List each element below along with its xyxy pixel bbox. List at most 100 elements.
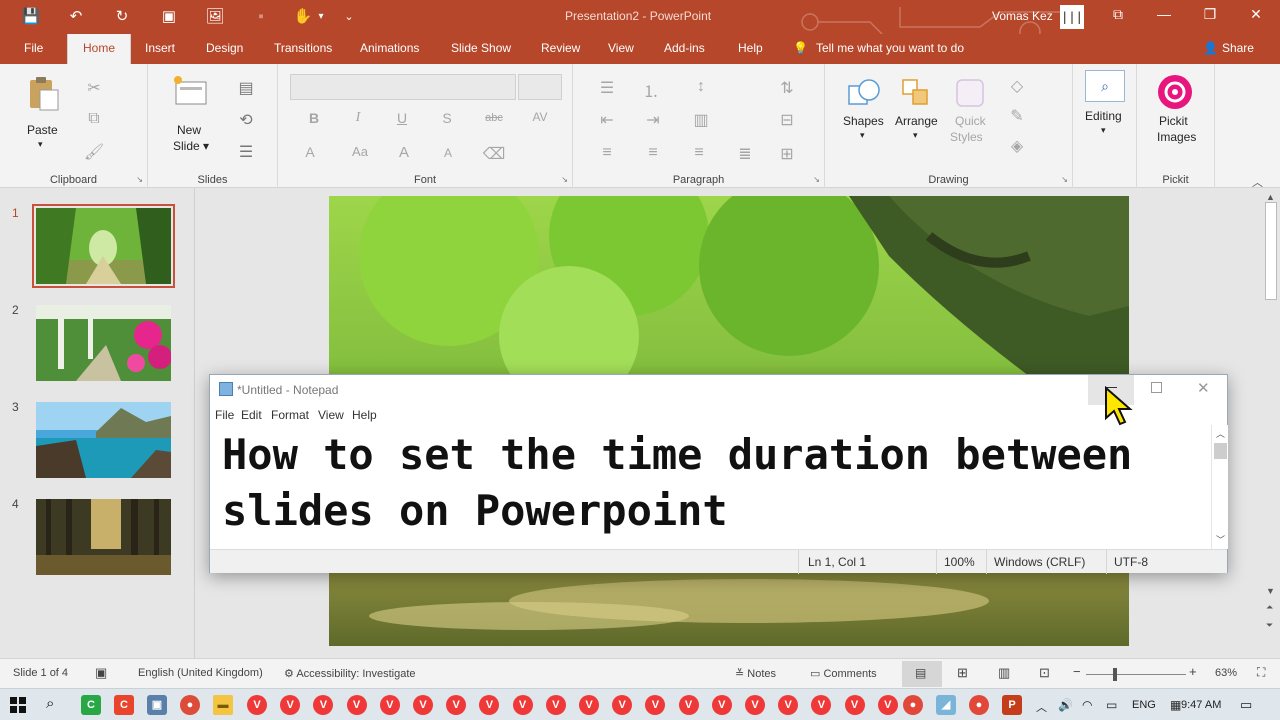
align-left-icon[interactable]: ≡ bbox=[595, 144, 619, 162]
fit-slide-icon[interactable]: ⛶ bbox=[1257, 665, 1265, 680]
copy-icon[interactable]: ⧉ bbox=[82, 110, 106, 128]
vivaldi-icon[interactable]: V bbox=[545, 695, 566, 715]
vivaldi-icon[interactable]: V bbox=[346, 695, 367, 715]
scroll-thumb[interactable] bbox=[1265, 202, 1277, 300]
vivaldi-icon[interactable]: V bbox=[379, 695, 400, 715]
notes-button[interactable]: ≚ Notes bbox=[735, 667, 776, 680]
shapes-dropdown-icon[interactable]: ▾ bbox=[860, 130, 865, 141]
quick-styles-icon[interactable] bbox=[955, 78, 985, 108]
green-app-icon[interactable]: C bbox=[81, 695, 101, 715]
user-name[interactable]: Vomas Kez bbox=[992, 9, 1053, 23]
previous-slide-icon[interactable]: ⏶ bbox=[1266, 602, 1273, 613]
vivaldi-icon[interactable]: V bbox=[280, 695, 301, 715]
clear-formatting-icon[interactable]: ⌫ bbox=[482, 144, 506, 164]
menu-view[interactable]: View bbox=[318, 408, 344, 422]
file-explorer-icon[interactable]: ▬ bbox=[213, 695, 233, 715]
save-icon[interactable]: 💾 bbox=[20, 7, 42, 27]
tab-transitions[interactable]: Transitions bbox=[274, 41, 332, 55]
tab-slide-show[interactable]: Slide Show bbox=[451, 41, 511, 55]
paste-icon[interactable] bbox=[28, 76, 60, 112]
section-icon[interactable]: ☰ bbox=[234, 142, 258, 162]
normal-view-button[interactable]: ▤ bbox=[902, 661, 942, 687]
italic-button[interactable]: I bbox=[346, 110, 370, 126]
text-direction-icon[interactable]: ⇅ bbox=[775, 78, 799, 98]
paste-button[interactable]: Paste bbox=[27, 123, 58, 137]
menu-help[interactable]: Help bbox=[352, 408, 377, 422]
align-center-icon[interactable]: ≡ bbox=[641, 144, 665, 162]
comments-button[interactable]: ▭ Comments bbox=[810, 667, 877, 680]
font-launcher-icon[interactable]: ↘ bbox=[561, 175, 568, 184]
justify-icon[interactable]: ≣ bbox=[733, 144, 757, 164]
start-slideshow-icon[interactable]: ▣ bbox=[158, 7, 180, 27]
network-app-icon[interactable]: ▣ bbox=[147, 695, 167, 715]
editing-dropdown-icon[interactable]: ▾ bbox=[1101, 125, 1106, 136]
ribbon-display-options-icon[interactable]: ⧉ bbox=[1104, 6, 1132, 23]
accessibility-checker[interactable]: ⚙ Accessibility: Investigate bbox=[284, 667, 416, 680]
show-hidden-icons[interactable]: ︿ bbox=[1036, 699, 1047, 715]
restore-icon[interactable]: ❐ bbox=[1196, 6, 1224, 23]
language-indicator[interactable]: English (United Kingdom) bbox=[138, 667, 263, 679]
text-shadow-button[interactable]: S bbox=[435, 110, 459, 126]
notepad-scrollbar[interactable]: ︿ ﹀ bbox=[1211, 425, 1228, 549]
tab-home[interactable]: Home bbox=[67, 34, 132, 64]
zoom-in-icon[interactable]: + bbox=[1189, 664, 1197, 679]
vivaldi-icon[interactable]: V bbox=[247, 695, 267, 715]
reset-icon[interactable]: ⟲ bbox=[234, 110, 258, 130]
tell-me-search[interactable]: 💡 Tell me what you want to do bbox=[793, 41, 964, 55]
new-slide-label-2[interactable]: Slide ▾ bbox=[173, 139, 209, 153]
close-icon[interactable]: ✕ bbox=[1242, 6, 1270, 23]
bullets-icon[interactable]: ☰ bbox=[595, 78, 619, 98]
quick-styles-label-1[interactable]: Quick bbox=[955, 114, 986, 128]
layout-icon[interactable]: ▤ bbox=[234, 78, 258, 98]
tab-animations[interactable]: Animations bbox=[360, 41, 419, 55]
line-spacing-icon[interactable]: ↕ bbox=[689, 78, 713, 96]
decrease-indent-icon[interactable]: ⇤ bbox=[595, 110, 619, 130]
slideshow-view-icon[interactable]: ⊡ bbox=[1039, 665, 1050, 681]
strikethrough-button[interactable]: abc bbox=[482, 112, 506, 124]
vivaldi-icon[interactable]: V bbox=[413, 695, 433, 715]
font-size-dropdown[interactable] bbox=[518, 74, 562, 100]
scroll-down-icon[interactable]: ﹀ bbox=[1216, 533, 1225, 546]
tab-view[interactable]: View bbox=[608, 41, 634, 55]
reading-view-icon[interactable]: ▥ bbox=[998, 665, 1010, 681]
volume-icon[interactable]: 🔊 bbox=[1058, 698, 1073, 712]
vivaldi-icon[interactable]: V bbox=[645, 695, 666, 715]
scroll-up-icon[interactable]: ︿ bbox=[1216, 427, 1225, 440]
notepad-text-area[interactable]: How to set the time duration between sli… bbox=[222, 427, 1212, 539]
slide-thumbnail-1[interactable] bbox=[32, 204, 175, 288]
chrome-icon[interactable]: ● bbox=[180, 695, 200, 715]
align-text-icon[interactable]: ⊟ bbox=[775, 110, 799, 130]
windows-start-icon[interactable] bbox=[10, 697, 26, 713]
tab-help[interactable]: Help bbox=[738, 41, 763, 55]
smartart-icon[interactable]: ⊞ bbox=[775, 144, 799, 164]
notifications-icon[interactable]: ▭ bbox=[1240, 697, 1252, 713]
slide-thumbnail-2[interactable] bbox=[36, 305, 172, 381]
scroll-up-icon[interactable]: ▲ bbox=[1266, 192, 1275, 202]
red-app-icon[interactable]: C bbox=[114, 695, 134, 715]
slide-thumbnail-4[interactable] bbox=[36, 499, 171, 575]
vivaldi-icon[interactable]: V bbox=[512, 695, 533, 715]
tab-file[interactable]: File bbox=[24, 41, 43, 55]
share-button[interactable]: 👤 Share bbox=[1203, 41, 1254, 55]
arrange-dropdown-icon[interactable]: ▾ bbox=[913, 130, 918, 141]
vivaldi-icon[interactable]: V bbox=[446, 695, 467, 715]
bold-button[interactable]: B bbox=[302, 110, 326, 126]
drawing-launcher-icon[interactable]: ↘ bbox=[1061, 175, 1068, 184]
scroll-down-icon[interactable]: ▼ bbox=[1266, 586, 1275, 596]
font-name-dropdown[interactable] bbox=[290, 74, 516, 100]
chrome-icon-2[interactable]: ● bbox=[903, 695, 923, 715]
change-case-button[interactable]: Aa bbox=[348, 144, 372, 159]
tab-insert[interactable]: Insert bbox=[145, 41, 175, 55]
paste-dropdown-icon[interactable]: ▾ bbox=[38, 139, 43, 150]
new-slide-label-1[interactable]: New bbox=[177, 123, 201, 137]
vivaldi-icon[interactable]: V bbox=[579, 695, 599, 715]
pickit-logo-icon[interactable] bbox=[1157, 74, 1193, 110]
notepad-maximize-icon[interactable] bbox=[1151, 382, 1162, 393]
zoom-level[interactable]: 63% bbox=[1215, 667, 1237, 679]
notepad-window[interactable]: *Untitled - Notepad ✕ File Edit Format V… bbox=[209, 374, 1228, 574]
underline-button[interactable]: U bbox=[390, 110, 414, 126]
vivaldi-icon[interactable]: V bbox=[313, 695, 334, 715]
touch-mode-dropdown-icon[interactable]: ▾ bbox=[310, 7, 332, 27]
numbering-icon[interactable]: ⒈ bbox=[639, 78, 663, 102]
redo-icon[interactable]: ↻ bbox=[111, 7, 133, 27]
